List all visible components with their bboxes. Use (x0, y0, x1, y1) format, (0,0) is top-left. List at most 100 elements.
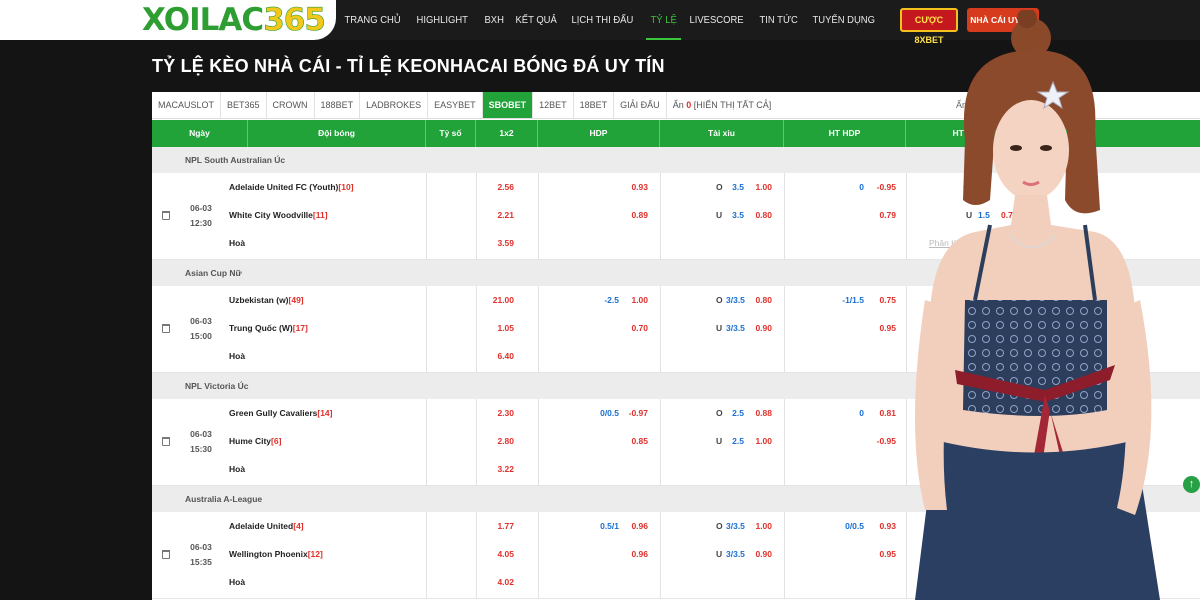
over-odds[interactable]: 0.80 (752, 295, 772, 305)
column-divider (784, 173, 785, 260)
under-line: 3/3.5 (726, 549, 745, 559)
hdp-away-odds[interactable]: 0.70 (628, 323, 648, 333)
over-odds[interactable]: 1.00 (752, 182, 772, 192)
under-label: U (716, 549, 723, 559)
match-date: 06-03 (190, 203, 212, 213)
league-name: Australia A-League (185, 494, 263, 504)
home-team[interactable]: Adelaide United FC (Youth)[10] (229, 182, 354, 192)
odds-1x2[interactable]: 2.56 (482, 182, 514, 192)
hdp-away-odds[interactable]: 0.96 (628, 549, 648, 559)
hdp-home-odds[interactable]: -0.97 (628, 408, 648, 418)
trash-icon[interactable] (162, 550, 170, 559)
logo-text-xoilac: XOILAC (142, 2, 264, 38)
trash-icon[interactable] (162, 437, 170, 446)
nav-item-3[interactable]: KẾT QUẢ (511, 0, 561, 40)
nav-item-2[interactable]: BXH (480, 0, 508, 40)
tab-12bet[interactable]: 12BET (533, 92, 574, 118)
over-line: 2.5 (732, 408, 744, 418)
tab-easybet[interactable]: EASYBET (428, 92, 483, 118)
nav-item-5[interactable]: TỶ LỆ (645, 0, 682, 40)
tab-sbobet[interactable]: SBOBET (482, 92, 534, 118)
ht-hdp-home-odds[interactable]: 0.75 (874, 295, 896, 305)
hidden-count[interactable]: Ẩn 0 [HIỂN THỊ TẤT CẢ] (667, 92, 778, 118)
tab-188bet[interactable]: 188BET (315, 92, 361, 118)
away-team[interactable]: Hume City[6] (229, 436, 281, 446)
under-odds[interactable]: 0.90 (752, 549, 772, 559)
column-header-5: Tài xỉu (660, 120, 784, 147)
over-odds[interactable]: 1.00 (752, 521, 772, 531)
odds-1x2[interactable]: 21.00 (482, 295, 514, 305)
nav-item-0[interactable]: TRANG CHỦ (340, 0, 405, 40)
league-name: Asian Cup Nữ (185, 268, 242, 278)
odds-1x2[interactable]: 2.30 (482, 408, 514, 418)
away-team[interactable]: Trung Quốc (W)[17] (229, 323, 308, 333)
tab-ladbrokes[interactable]: LADBROKES (360, 92, 429, 118)
away-team-rank: [11] (312, 210, 328, 220)
under-odds[interactable]: 0.90 (752, 323, 772, 333)
away-team-rank: [17] (292, 323, 308, 333)
site-logo[interactable]: XOILAC365 (142, 1, 326, 39)
home-team-rank: [49] (288, 295, 304, 305)
ht-hdp-away-odds[interactable]: 0.95 (874, 323, 896, 333)
trash-icon[interactable] (162, 324, 170, 333)
away-team[interactable]: Wellington Phoenix[12] (229, 549, 323, 559)
under-label: U (716, 436, 723, 446)
away-team[interactable]: White City Woodville[11] (229, 210, 328, 220)
odds-1x2[interactable]: 6.40 (482, 351, 514, 361)
hdp-line: -2.5 (604, 295, 619, 305)
hdp-home-odds[interactable]: 1.00 (628, 295, 648, 305)
ht-hdp-away-odds[interactable]: -0.95 (874, 436, 896, 446)
odds-1x2[interactable]: 2.80 (482, 436, 514, 446)
ht-hdp-away-odds[interactable]: 0.95 (874, 549, 896, 559)
nav-item-1[interactable]: HIGHLIGHT (412, 0, 472, 40)
odds-1x2[interactable]: 4.02 (482, 577, 514, 587)
over-label: O (716, 295, 723, 305)
trash-icon[interactable] (162, 211, 170, 220)
odds-1x2[interactable]: 2.21 (482, 210, 514, 220)
nav-item-7[interactable]: TIN TỨC (755, 0, 802, 40)
match-date: 06-03 (190, 316, 212, 326)
column-divider (660, 173, 661, 260)
league-name: NPL South Australian Úc (185, 155, 286, 165)
odds-1x2[interactable]: 3.22 (482, 464, 514, 474)
odds-1x2[interactable]: 1.05 (482, 323, 514, 333)
tab-macauslot[interactable]: MACAUSLOT (152, 92, 222, 118)
draw-label: Hoà (229, 238, 246, 248)
arrow-up-icon: ↑ (1188, 478, 1195, 490)
away-team-rank: [12] (307, 549, 323, 559)
show-all-link[interactable]: [HIỂN THỊ TẤT CẢ] (694, 100, 772, 110)
match-date: 06-03 (190, 542, 212, 552)
hdp-home-odds[interactable]: 0.93 (628, 182, 648, 192)
column-header-4: HDP (538, 120, 660, 147)
promo-model-image (915, 10, 1160, 600)
under-odds[interactable]: 0.80 (752, 210, 772, 220)
odds-1x2[interactable]: 4.05 (482, 549, 514, 559)
hdp-home-odds[interactable]: 0.96 (628, 521, 648, 531)
home-team[interactable]: Adelaide United[4] (229, 521, 304, 531)
ht-hdp-home-odds[interactable]: -0.95 (874, 182, 896, 192)
away-team-name: White City Woodville (229, 210, 313, 220)
home-team[interactable]: Uzbekistan (w)[49] (229, 295, 304, 305)
nav-item-8[interactable]: TUYỂN DỤNG (808, 0, 879, 40)
column-header-2: Tỷ số (426, 120, 476, 147)
tab-crown[interactable]: CROWN (267, 92, 315, 118)
tab-bet365[interactable]: BET365 (221, 92, 267, 118)
under-line: 3.5 (732, 210, 744, 220)
nav-item-6[interactable]: LIVESCORE (685, 0, 748, 40)
ht-hdp-home-odds[interactable]: 0.81 (874, 408, 896, 418)
match-time: 12:30 (190, 218, 212, 228)
over-odds[interactable]: 0.88 (752, 408, 772, 418)
odds-1x2[interactable]: 1.77 (482, 521, 514, 531)
hdp-away-odds[interactable]: 0.85 (628, 436, 648, 446)
under-odds[interactable]: 1.00 (752, 436, 772, 446)
tab-giải-đấu[interactable]: GIẢI ĐẤU (614, 92, 667, 118)
home-team[interactable]: Green Gully Cavaliers[14] (229, 408, 332, 418)
tab-18bet[interactable]: 18BET (574, 92, 615, 118)
nav-item-4[interactable]: LỊCH THI ĐẤU (567, 0, 638, 40)
ht-hdp-away-odds[interactable]: 0.79 (874, 210, 896, 220)
under-label: U (716, 210, 723, 220)
odds-1x2[interactable]: 3.59 (482, 238, 514, 248)
scroll-to-top-button[interactable]: ↑ (1183, 476, 1200, 493)
ht-hdp-home-odds[interactable]: 0.93 (874, 521, 896, 531)
hdp-away-odds[interactable]: 0.89 (628, 210, 648, 220)
